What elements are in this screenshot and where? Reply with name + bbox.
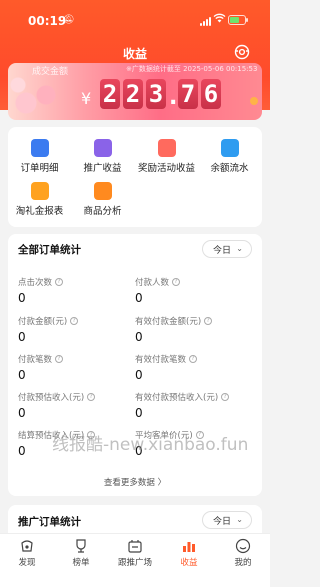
decimal-point: . bbox=[169, 85, 178, 110]
earnings-icon bbox=[181, 538, 197, 554]
gift-report-icon bbox=[30, 182, 49, 200]
menu-label: 余额流水 bbox=[210, 163, 249, 174]
amount-digit: 7 bbox=[178, 79, 198, 109]
promo-orders-period-select[interactable]: 今日 ⌄ bbox=[202, 511, 252, 529]
ranking-icon bbox=[73, 538, 89, 554]
earnings-banner: 成交金额 ※广数据统计截至 2025-05-06 00:15:53 ¥ 2 2 … bbox=[8, 63, 262, 120]
order-detail-icon bbox=[30, 139, 49, 157]
banner-label: 成交金额 bbox=[32, 67, 69, 77]
promo-income-icon bbox=[93, 139, 112, 157]
menu-label: 奖励活动收益 bbox=[137, 163, 195, 174]
tab-label: 收益 bbox=[180, 558, 198, 568]
support-icon[interactable] bbox=[233, 43, 251, 61]
stat-label: 付款笔数 bbox=[18, 355, 53, 365]
help-icon[interactable]: ? bbox=[70, 317, 79, 325]
discover-icon bbox=[19, 538, 35, 554]
menu-reward-activity[interactable]: 奖励活动收益 bbox=[135, 139, 198, 174]
mute-bell-icon: 🔕︎ bbox=[63, 15, 75, 25]
chevron-down-icon: ⌄ bbox=[236, 244, 243, 253]
function-grid: 订单明细 推广收益 奖励活动收益 余额流水 淘礼金报表 商品分析 bbox=[8, 127, 262, 227]
stat-value: 0 bbox=[18, 291, 26, 305]
menu-promo-income[interactable]: 推广收益 bbox=[71, 139, 134, 174]
help-icon[interactable]: ? bbox=[87, 393, 96, 401]
stat-valid-est-income: 有效付款预估收入(元)? 0 bbox=[135, 391, 255, 420]
stat-valid-pay-amount: 有效付款金额(元)? 0 bbox=[135, 315, 255, 344]
reward-activity-icon bbox=[157, 139, 176, 157]
stat-label: 点击次数 bbox=[18, 278, 53, 288]
stat-label: 付款预估收入(元) bbox=[18, 393, 85, 403]
coin-decoration bbox=[250, 97, 258, 105]
chevron-down-icon: ⌄ bbox=[236, 515, 243, 524]
stat-label: 有效付款预估收入(元) bbox=[135, 393, 219, 403]
help-icon[interactable]: ? bbox=[221, 393, 230, 401]
stat-value: 0 bbox=[18, 406, 26, 420]
stat-value: 0 bbox=[18, 368, 26, 382]
amount-digit: 2 bbox=[100, 79, 120, 109]
tab-earnings[interactable]: 收益 bbox=[162, 538, 216, 568]
profile-icon bbox=[235, 538, 251, 554]
tab-label: 榜单 bbox=[72, 558, 90, 568]
help-icon[interactable]: ? bbox=[189, 355, 198, 363]
page-title: 收益 bbox=[122, 47, 147, 61]
all-orders-card: 全部订单统计 今日 ⌄ 点击次数? 0 付款人数? 0 付款金额(元)? 0 有… bbox=[8, 234, 262, 496]
balance-flow-icon bbox=[220, 139, 239, 157]
stat-value: 0 bbox=[18, 330, 26, 344]
stat-label: 有效付款金额(元) bbox=[135, 317, 202, 327]
stat-pay-count: 付款笔数? 0 bbox=[18, 353, 138, 382]
watermark: 线报酷-new.xianbao.fun bbox=[52, 435, 249, 455]
menu-product-analysis[interactable]: 商品分析 bbox=[71, 182, 134, 217]
stat-payers: 付款人数? 0 bbox=[135, 276, 255, 305]
period-value: 今日 bbox=[213, 245, 232, 256]
tab-label: 我的 bbox=[234, 558, 252, 568]
flower-decoration bbox=[8, 73, 68, 119]
help-icon[interactable]: ? bbox=[55, 278, 64, 286]
stat-est-income: 付款预估收入(元)? 0 bbox=[18, 391, 138, 420]
product-analysis-icon bbox=[93, 182, 112, 200]
earnings-amount: 2 2 3 . 7 6 bbox=[100, 79, 221, 109]
help-icon[interactable]: ? bbox=[172, 278, 181, 286]
status-time: 00:19 bbox=[28, 14, 67, 28]
stat-clicks: 点击次数? 0 bbox=[18, 276, 138, 305]
stat-valid-pay-count: 有效付款笔数? 0 bbox=[135, 353, 255, 382]
plaza-icon bbox=[127, 538, 143, 554]
menu-label: 商品分析 bbox=[83, 206, 122, 217]
stat-value: 0 bbox=[135, 291, 143, 305]
period-value: 今日 bbox=[213, 516, 232, 527]
menu-label: 订单明细 bbox=[20, 163, 59, 174]
all-orders-title: 全部订单统计 bbox=[18, 244, 81, 256]
view-more-link[interactable]: 查看更多数据 〉 bbox=[8, 476, 262, 488]
all-orders-period-select[interactable]: 今日 ⌄ bbox=[202, 240, 252, 258]
menu-label: 淘礼金报表 bbox=[15, 206, 64, 217]
amount-digit: 6 bbox=[201, 79, 221, 109]
help-icon[interactable]: ? bbox=[55, 355, 64, 363]
stat-label: 付款金额(元) bbox=[18, 317, 68, 327]
stat-label: 付款人数 bbox=[135, 278, 170, 288]
amount-digit: 2 bbox=[123, 79, 143, 109]
bottom-tab-bar: 发现 榜单 跟推广场 收益 我的 bbox=[0, 533, 270, 587]
amount-digit: 3 bbox=[146, 79, 166, 109]
stat-value: 0 bbox=[135, 330, 143, 344]
tab-label: 跟推广场 bbox=[117, 558, 152, 568]
menu-order-detail[interactable]: 订单明细 bbox=[8, 139, 71, 174]
wifi-icon bbox=[213, 13, 226, 26]
menu-label: 推广收益 bbox=[83, 163, 122, 174]
tab-ranking[interactable]: 榜单 bbox=[54, 538, 108, 568]
promo-orders-title: 推广订单统计 bbox=[18, 516, 81, 528]
stat-value: 0 bbox=[135, 406, 143, 420]
battery-icon bbox=[228, 15, 248, 25]
tab-label: 发现 bbox=[18, 558, 36, 568]
tab-discover[interactable]: 发现 bbox=[0, 538, 54, 568]
tab-plaza[interactable]: 跟推广场 bbox=[108, 538, 162, 568]
signal-icon bbox=[200, 17, 211, 26]
banner-update-note: ※广数据统计截至 2025-05-06 00:15:53 bbox=[126, 65, 258, 73]
stat-pay-amount: 付款金额(元)? 0 bbox=[18, 315, 138, 344]
menu-gift-report[interactable]: 淘礼金报表 bbox=[8, 182, 71, 217]
currency-symbol: ¥ bbox=[81, 89, 92, 108]
tab-profile[interactable]: 我的 bbox=[216, 538, 270, 568]
status-bar: 00:19 🔕︎ bbox=[0, 0, 270, 40]
stat-label: 有效付款笔数 bbox=[135, 355, 187, 365]
menu-balance-flow[interactable]: 余额流水 bbox=[198, 139, 261, 174]
help-icon[interactable]: ? bbox=[204, 317, 213, 325]
stat-value: 0 bbox=[135, 368, 143, 382]
